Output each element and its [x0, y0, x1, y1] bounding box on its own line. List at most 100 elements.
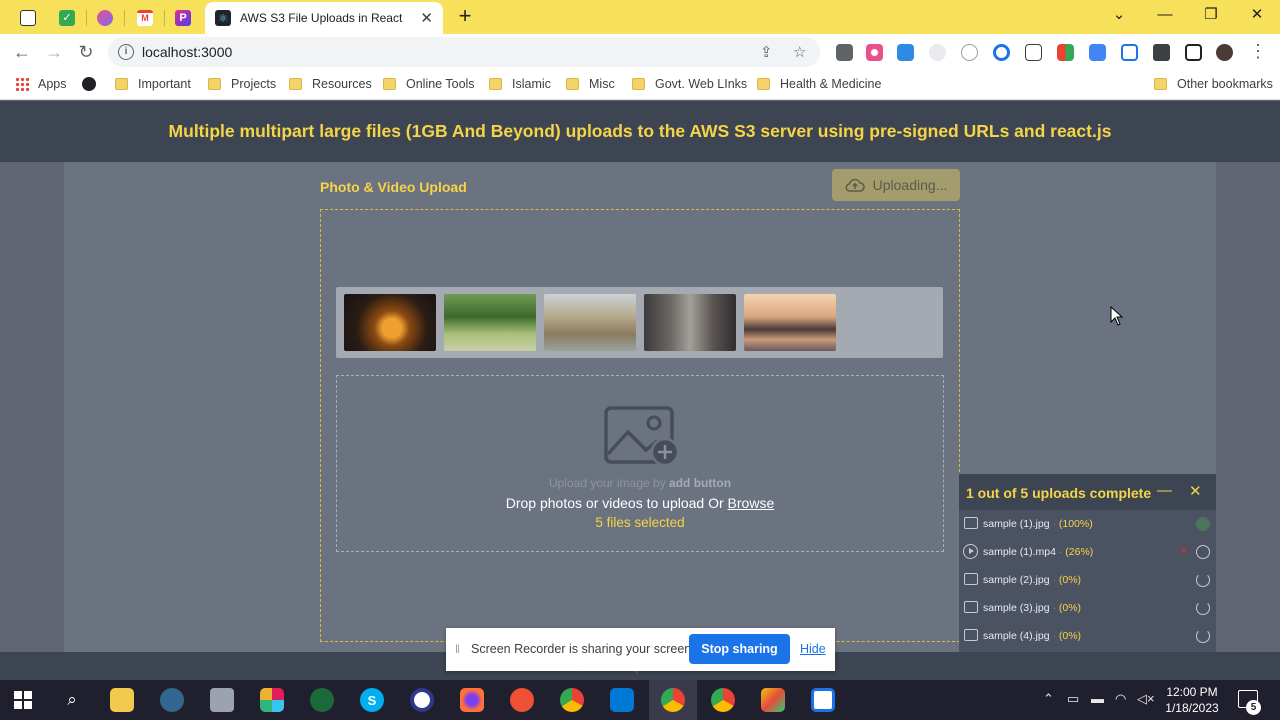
volume-muted-icon[interactable]: ◁×	[1137, 691, 1155, 707]
thumbnail-image[interactable]	[444, 294, 536, 351]
url-text[interactable]: localhost:3000	[142, 44, 232, 60]
minimize-button[interactable]: —	[1142, 4, 1188, 28]
extensions-puzzle-icon[interactable]	[1153, 44, 1170, 61]
vscode-icon[interactable]	[610, 688, 634, 712]
wifi-icon[interactable]: ◠	[1115, 691, 1126, 707]
share-icon[interactable]: ⇪	[760, 43, 773, 61]
extension-icon[interactable]	[1057, 44, 1074, 61]
thumbnail-image[interactable]	[744, 294, 836, 351]
screenshot-icon[interactable]	[1025, 44, 1042, 61]
meet-now-icon[interactable]: ▭	[1067, 691, 1079, 707]
settings-gear-icon[interactable]	[993, 44, 1010, 61]
loading-spinner-icon	[1196, 629, 1210, 643]
thumbnail-image[interactable]	[344, 294, 436, 351]
tab-close-icon[interactable]: ✕	[420, 9, 433, 27]
bookmark-folder-misc[interactable]: Misc	[566, 77, 615, 91]
chrome-profile-icon[interactable]	[711, 688, 735, 712]
loading-spinner-icon	[1196, 601, 1210, 615]
extension-icon[interactable]	[866, 44, 883, 61]
file-explorer-icon[interactable]	[110, 688, 134, 712]
pinned-tab-gmail[interactable]: M	[127, 4, 163, 32]
taskbar-clock[interactable]: 12:00 PM 1/18/2023	[1160, 684, 1224, 716]
battery-icon[interactable]: ▬	[1091, 691, 1104, 706]
chrome-icon[interactable]	[560, 688, 584, 712]
bookmark-star-icon[interactable]: ☆	[793, 43, 806, 61]
skype-icon[interactable]: S	[360, 688, 384, 712]
bookmark-folder-projects[interactable]: Projects	[208, 77, 276, 91]
screen-recorder-icon[interactable]	[811, 688, 835, 712]
tab-favicon-icon	[20, 10, 36, 26]
page-header: Multiple multipart large files (1GB And …	[0, 101, 1280, 162]
clock-app-icon[interactable]	[410, 688, 434, 712]
upload-panel-title: 1 out of 5 uploads complete	[966, 485, 1152, 501]
cancel-upload-icon[interactable]: ✕	[1179, 544, 1188, 557]
folder-icon	[1154, 78, 1167, 90]
bookmark-apps[interactable]: Apps	[15, 77, 67, 91]
hide-link[interactable]: Hide	[800, 642, 826, 656]
stop-sharing-button[interactable]: Stop sharing	[689, 634, 790, 664]
chrome-profile-icon[interactable]	[661, 688, 685, 712]
postman-icon[interactable]	[510, 688, 534, 712]
folder-icon	[489, 78, 502, 90]
reload-icon[interactable]: ↻	[74, 40, 98, 64]
site-info-icon[interactable]: i	[118, 44, 134, 60]
clock-time: 12:00 PM	[1166, 685, 1218, 699]
close-panel-icon[interactable]: ✕	[1189, 482, 1202, 500]
browser-toolbar: ← → ↻ i localhost:3000 ⇪ ☆ ⋮	[0, 34, 1280, 70]
translate-icon[interactable]	[1089, 44, 1106, 61]
restore-button[interactable]: ❐	[1188, 4, 1234, 28]
upload-item: sample (1).mp4 · (26%) ✕	[959, 538, 1216, 566]
extension-icon[interactable]	[836, 44, 853, 61]
postgresql-icon[interactable]	[160, 688, 184, 712]
sourcetree-icon[interactable]	[761, 688, 785, 712]
side-panel-icon[interactable]	[1185, 44, 1202, 61]
menu-dots-icon[interactable]: ⋮	[1246, 39, 1270, 63]
upload-item-name: sample (1).jpg · (100%)	[983, 518, 1093, 530]
browse-link[interactable]: Browse	[728, 495, 775, 511]
notification-count-badge: 5	[1246, 700, 1261, 715]
search-icon[interactable]: ⌕	[60, 688, 84, 712]
bookmark-folder-health[interactable]: Health & Medicine	[757, 77, 881, 91]
new-tab-button[interactable]: +	[452, 3, 478, 29]
profile-avatar[interactable]	[1216, 44, 1233, 61]
extension-icon[interactable]	[929, 44, 946, 61]
slack-icon[interactable]	[260, 688, 284, 712]
thumbnail-image[interactable]	[644, 294, 736, 351]
back-arrow-icon[interactable]: ←	[10, 40, 34, 64]
window-close-button[interactable]: ✕	[1234, 4, 1280, 28]
thumbnail-image[interactable]	[544, 294, 636, 351]
upload-button[interactable]: Uploading...	[832, 169, 960, 201]
compass-icon[interactable]	[961, 44, 978, 61]
pinned-tab-5[interactable]: P	[165, 4, 201, 32]
other-bookmarks[interactable]: Other bookmarks	[1154, 77, 1273, 91]
screen-recorder-icon[interactable]	[1121, 44, 1138, 61]
pinned-tab-2[interactable]: ✓	[49, 4, 85, 32]
check-icon: ✓	[59, 10, 75, 26]
bookmark-label: Important	[138, 77, 191, 91]
bookmark-folder-online-tools[interactable]: Online Tools	[383, 77, 475, 91]
tab-search-chevron-icon[interactable]: ⌄	[1096, 4, 1142, 28]
windows-start-icon[interactable]	[14, 691, 32, 709]
upload-item: sample (3).jpg · (0%)	[959, 594, 1216, 622]
mongodb-icon[interactable]	[310, 688, 334, 712]
bookmark-folder-govt-links[interactable]: Govt. Web LInks	[632, 77, 747, 91]
pinned-tab-3[interactable]	[87, 4, 123, 32]
bookmark-label: Projects	[231, 77, 277, 91]
folder-icon	[115, 78, 128, 90]
bookmark-folder-islamic[interactable]: Islamic	[489, 77, 551, 91]
drag-handle-icon[interactable]: ‖	[455, 642, 460, 656]
image-file-icon	[964, 517, 978, 529]
address-bar[interactable]: i localhost:3000 ⇪ ☆	[108, 37, 820, 67]
bookmark-globe[interactable]	[82, 77, 96, 91]
forward-arrow-icon[interactable]: →	[42, 40, 66, 64]
bookmark-folder-resources[interactable]: Resources	[289, 77, 372, 91]
show-hidden-icons-chevron-icon[interactable]: ⌃	[1043, 691, 1054, 707]
bookmark-folder-important[interactable]: Important	[115, 77, 191, 91]
firefox-icon[interactable]	[460, 688, 484, 712]
upload-item-name: sample (4).jpg · (0%)	[983, 630, 1082, 642]
minimize-panel-icon[interactable]: —	[1157, 482, 1172, 499]
tab-aws-s3-uploads[interactable]: ⚛ AWS S3 File Uploads in React ✕	[205, 2, 443, 34]
extension-icon[interactable]	[897, 44, 914, 61]
pinned-tab-1[interactable]	[10, 4, 46, 32]
database-icon[interactable]	[210, 688, 234, 712]
